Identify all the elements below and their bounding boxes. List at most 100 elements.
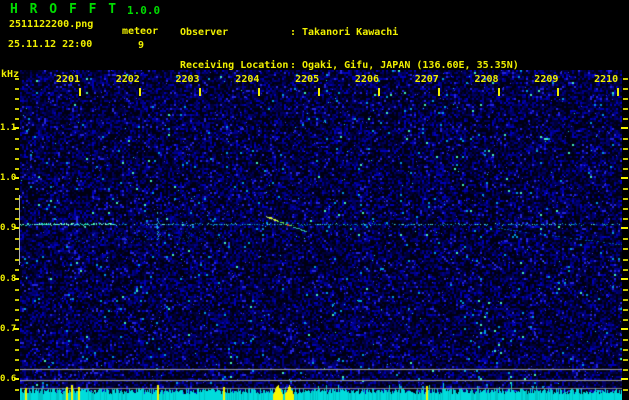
freq-minor-tick-left (15, 168, 19, 170)
freq-minor-tick-left (15, 248, 19, 250)
freq-minor-tick-right (623, 369, 628, 371)
freq-minor-tick-left (15, 359, 19, 361)
freq-minor-tick-left (15, 88, 19, 90)
station-info-row: Observer:Takanori Kawachi (180, 27, 519, 38)
time-tick-label: 2208 (473, 74, 499, 85)
freq-minor-tick-left (15, 289, 19, 291)
freq-minor-tick-left (15, 118, 19, 120)
freq-minor-tick-left (15, 78, 19, 80)
info-value: Takanori Kawachi (302, 27, 398, 38)
freq-major-tick-right (621, 177, 628, 179)
freq-major-tick-right (621, 127, 628, 129)
freq-minor-tick-right (623, 339, 628, 341)
freq-minor-tick-right (623, 168, 628, 170)
time-tick (557, 88, 559, 96)
info-label: Observer (180, 27, 290, 38)
freq-minor-tick-left (15, 148, 19, 150)
freq-tick-label: 0.6 (0, 374, 14, 384)
freq-tick-label: 1.1 (0, 123, 14, 133)
freq-major-tick-left (14, 127, 19, 129)
freq-minor-tick-right (623, 148, 628, 150)
freq-minor-tick-right (623, 248, 628, 250)
freq-major-tick-right (621, 378, 628, 380)
freq-minor-tick-right (623, 78, 628, 80)
time-tick (258, 88, 260, 96)
freq-minor-tick-right (623, 208, 628, 210)
freq-tick-label: 1.0 (0, 173, 14, 183)
freq-minor-tick-left (15, 108, 19, 110)
freq-minor-tick-right (623, 188, 628, 190)
freq-minor-tick-left (15, 198, 19, 200)
freq-minor-tick-right (623, 88, 628, 90)
freq-minor-tick-left (15, 339, 19, 341)
time-tick (498, 88, 500, 96)
freq-tick-label: 0.8 (0, 274, 14, 284)
freq-minor-tick-right (623, 319, 628, 321)
output-filename: 2511122200.png (9, 19, 93, 30)
freq-minor-tick-left (15, 238, 19, 240)
time-tick-label: 2201 (54, 74, 80, 85)
time-tick-label: 2202 (114, 74, 140, 85)
freq-minor-tick-right (623, 158, 628, 160)
time-tick (617, 88, 619, 96)
freq-minor-tick-right (623, 289, 628, 291)
time-tick (378, 88, 380, 96)
freq-minor-tick-left (15, 259, 19, 261)
freq-minor-tick-right (623, 138, 628, 140)
hrofft-window: H R O F F T 1.0.0 2511122200.png meteor … (0, 0, 629, 400)
freq-minor-tick-right (623, 118, 628, 120)
freq-minor-tick-left (15, 309, 19, 311)
freq-minor-tick-left (15, 218, 19, 220)
freq-minor-tick-right (623, 98, 628, 100)
observation-datetime: 25.11.12 22:00 (8, 39, 92, 50)
freq-major-tick-right (621, 227, 628, 229)
freq-minor-tick-right (623, 108, 628, 110)
freq-minor-tick-left (15, 208, 19, 210)
freq-major-tick-left (14, 328, 19, 330)
freq-major-tick-left (14, 227, 19, 229)
freq-minor-tick-left (15, 158, 19, 160)
freq-minor-tick-right (623, 359, 628, 361)
info-colon: : (290, 27, 302, 38)
freq-major-tick-right (621, 278, 628, 280)
freq-minor-tick-left (15, 319, 19, 321)
time-tick (139, 88, 141, 96)
freq-major-tick-left (14, 378, 19, 380)
time-tick-label: 2209 (532, 74, 558, 85)
freq-minor-tick-right (623, 349, 628, 351)
time-tick-label: 2203 (174, 74, 200, 85)
freq-minor-tick-left (15, 138, 19, 140)
freq-minor-tick-left (15, 269, 19, 271)
mode-label: meteor (122, 26, 158, 37)
freq-minor-tick-left (15, 188, 19, 190)
freq-minor-tick-left (15, 299, 19, 301)
freq-minor-tick-right (623, 299, 628, 301)
freq-minor-tick-left (15, 369, 19, 371)
time-tick-label: 2206 (353, 74, 379, 85)
freq-major-tick-right (621, 328, 628, 330)
freq-major-tick-left (14, 278, 19, 280)
freq-minor-tick-right (623, 238, 628, 240)
time-tick-label: 2205 (293, 74, 319, 85)
time-tick-label: 2207 (413, 74, 439, 85)
time-tick (79, 88, 81, 96)
freq-minor-tick-left (15, 389, 19, 391)
freq-minor-tick-right (623, 198, 628, 200)
time-tick-label: 2204 (233, 74, 259, 85)
time-tick (199, 88, 201, 96)
freq-minor-tick-right (623, 259, 628, 261)
time-tick-label: 2210 (592, 74, 618, 85)
app-version: 1.0.0 (127, 4, 160, 17)
freq-range-marker (19, 195, 20, 265)
freq-major-tick-left (14, 177, 19, 179)
meteor-count: 9 (138, 40, 144, 51)
freq-minor-tick-right (623, 218, 628, 220)
freq-tick-label: 0.9 (0, 223, 14, 233)
freq-tick-label: 0.7 (0, 324, 14, 334)
freq-minor-tick-right (623, 389, 628, 391)
freq-minor-tick-right (623, 309, 628, 311)
freq-minor-tick-right (623, 269, 628, 271)
freq-minor-tick-left (15, 349, 19, 351)
spectrogram-canvas (20, 70, 622, 400)
app-title: H R O F F T (10, 2, 118, 17)
